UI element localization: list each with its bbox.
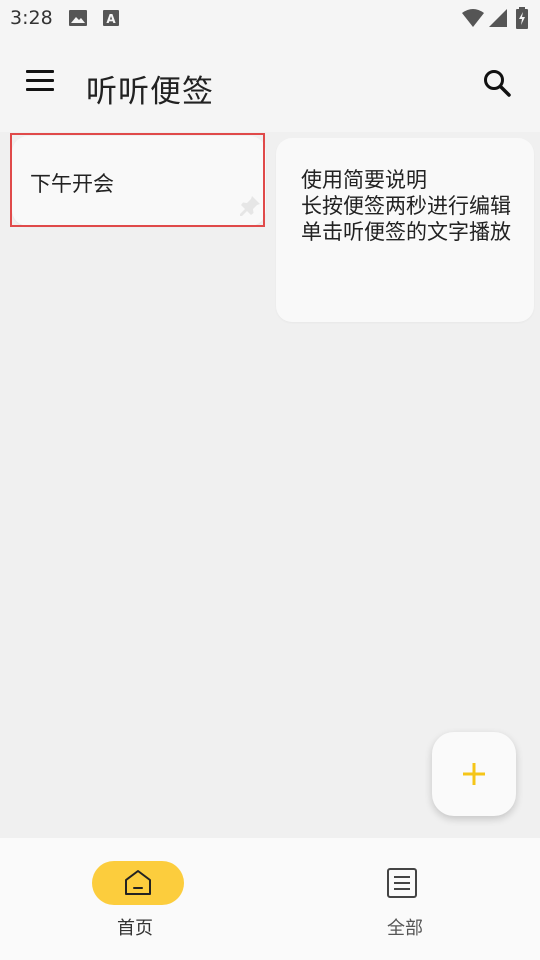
wifi-icon bbox=[462, 9, 484, 27]
note-card-meeting[interactable]: 下午开会 bbox=[12, 136, 266, 226]
hamburger-line bbox=[26, 79, 54, 82]
note-line: 单击听便签的文字播放 bbox=[301, 220, 511, 244]
app-bar: 听听便签 bbox=[0, 36, 540, 132]
nav-label-all: 全部 bbox=[387, 918, 423, 939]
status-time: 3:28 bbox=[10, 7, 53, 29]
active-indicator bbox=[92, 861, 184, 905]
page-title: 听听便签 bbox=[86, 74, 214, 110]
note-line: 使用简要说明 bbox=[301, 168, 427, 192]
status-bar: 3:28 A bbox=[0, 0, 540, 36]
home-icon bbox=[125, 870, 151, 895]
note-text: 使用简要说明 长按便签两秒进行编辑 单击听便签的文字播放 bbox=[301, 167, 526, 245]
image-icon bbox=[69, 10, 87, 26]
list-icon bbox=[387, 868, 417, 898]
pin-icon bbox=[240, 196, 260, 216]
svg-text:A: A bbox=[106, 12, 116, 26]
search-icon bbox=[484, 70, 511, 97]
hamburger-menu-icon bbox=[26, 70, 54, 73]
note-text: 下午开会 bbox=[30, 172, 114, 196]
hamburger-line bbox=[26, 88, 54, 91]
nav-item-all[interactable]: 全部 bbox=[270, 838, 540, 960]
add-note-button[interactable] bbox=[432, 732, 516, 816]
search-button[interactable] bbox=[482, 68, 514, 100]
nav-label-home: 首页 bbox=[117, 918, 153, 939]
font-a-icon: A bbox=[103, 10, 119, 26]
menu-button[interactable] bbox=[26, 70, 56, 98]
nav-item-home[interactable]: 首页 bbox=[0, 838, 270, 960]
signal-icon bbox=[489, 9, 507, 27]
note-card-instructions[interactable]: 使用简要说明 长按便签两秒进行编辑 单击听便签的文字播放 bbox=[276, 138, 534, 322]
bottom-navigation: 首页 全部 bbox=[0, 838, 540, 960]
plus-icon bbox=[463, 763, 485, 785]
battery-charging-icon bbox=[516, 7, 528, 29]
note-line: 长按便签两秒进行编辑 bbox=[301, 194, 511, 218]
